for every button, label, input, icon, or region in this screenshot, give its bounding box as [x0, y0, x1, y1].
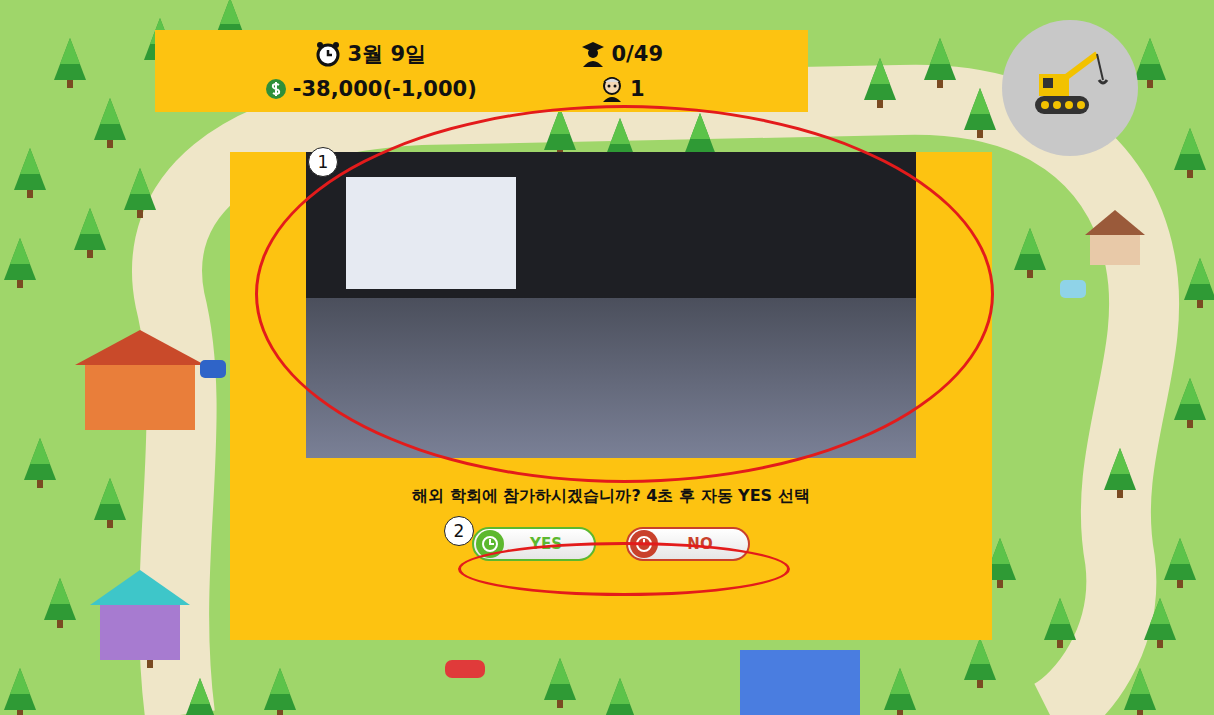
- choice-button[interactable]: NO: [626, 527, 750, 561]
- choice-button[interactable]: YES: [472, 527, 596, 561]
- money-icon: [265, 78, 287, 100]
- date: 3월 9일: [245, 40, 497, 68]
- annotation-marker: 1: [308, 147, 338, 177]
- timer-icon: [481, 535, 499, 553]
- status-bar: 3월 9일0/49-38,000(-1,000)1: [155, 30, 808, 112]
- crane-badge[interactable]: [1002, 20, 1138, 156]
- annotation-ellipse: [255, 105, 994, 483]
- money: -38,000(-1,000): [245, 77, 497, 101]
- timer-icon: [635, 535, 653, 553]
- professor-icon: [600, 76, 624, 102]
- choice-icon: [476, 530, 504, 558]
- event-dialog: 해외 학회에 참가하시겠습니까? 4초 후 자동 YES 선택YESNO12: [230, 152, 992, 640]
- professors: 1: [497, 76, 749, 102]
- student-icon: [581, 41, 605, 67]
- students: 0/49: [497, 41, 749, 67]
- annotation-marker: 2: [444, 516, 474, 546]
- clock-icon: [315, 41, 341, 67]
- annotation-ellipse: [458, 542, 790, 596]
- choice-buttons: YES NO: [472, 527, 750, 561]
- conference-photo: [306, 152, 916, 458]
- crane-icon: [1025, 48, 1115, 128]
- choice-icon: [630, 530, 658, 558]
- game-screen: 3월 9일0/49-38,000(-1,000)1해외 학회에 참가하시겠습니까…: [0, 0, 1214, 715]
- question-text: 해외 학회에 참가하시겠습니까? 4초 후 자동 YES 선택: [412, 486, 809, 507]
